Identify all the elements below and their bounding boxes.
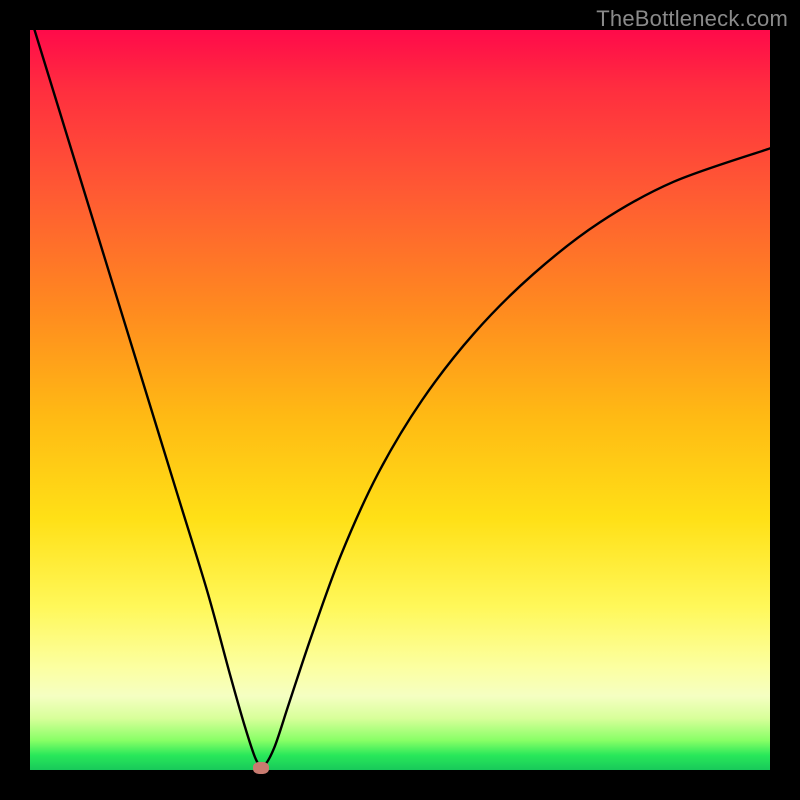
optimum-marker xyxy=(253,762,269,774)
plot-area xyxy=(30,30,770,770)
curve-svg xyxy=(30,30,770,770)
chart-frame: TheBottleneck.com xyxy=(0,0,800,800)
bottleneck-curve xyxy=(30,15,770,767)
watermark-text: TheBottleneck.com xyxy=(596,6,788,32)
